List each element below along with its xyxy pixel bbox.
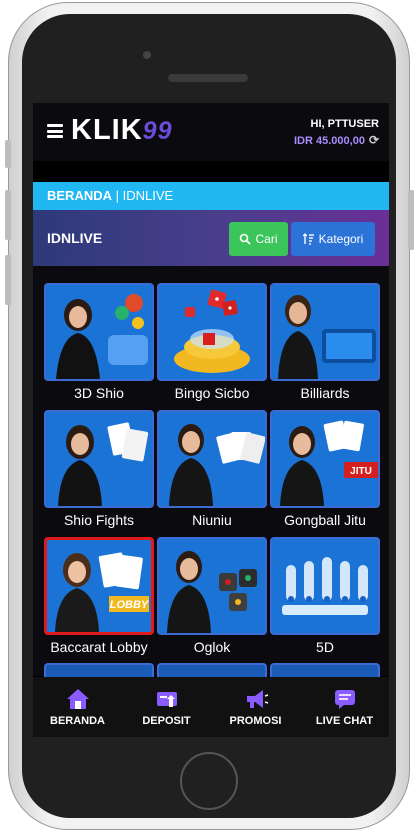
dice-bowl-icon — [159, 285, 265, 379]
nav-item-promosi[interactable]: PROMOSI — [211, 677, 300, 737]
game-tile-baccarat-lobby[interactable]: LOBBY Baccarat Lobby — [44, 537, 154, 655]
game-tile-gongball-jitu[interactable]: JITU Gongball Jitu — [270, 410, 380, 528]
dealer-with-lottery-balls-icon — [46, 285, 152, 379]
game-label: Gongball Jitu — [284, 512, 366, 528]
dealer-with-cards-icon — [46, 412, 152, 506]
breadcrumb-current: IDNLIVE — [122, 188, 174, 203]
breadcrumb-separator: | — [115, 188, 120, 203]
search-button[interactable]: Cari — [229, 222, 288, 256]
nav-item-deposit[interactable]: DEPOSIT — [122, 677, 211, 737]
page-title: IDNLIVE — [47, 230, 103, 246]
top-bar: KLIK99 HI, PTTUSER IDR 45.000,00 ⟳ — [33, 103, 389, 161]
home-icon — [66, 689, 89, 709]
user-info: HI, PTTUSER IDR 45.000,00 ⟳ — [294, 118, 379, 147]
logo-number: 99 — [142, 117, 173, 145]
game-thumbnail — [44, 283, 154, 381]
svg-text:JITU: JITU — [350, 466, 372, 477]
game-label: Oglok — [193, 639, 231, 655]
speaker-grille — [168, 74, 248, 82]
game-thumbnail — [157, 537, 267, 635]
category-button-label: Kategori — [318, 232, 364, 246]
nav-label: BERANDA — [50, 715, 105, 727]
dealer-with-pool-table-icon — [272, 285, 378, 379]
lottery-machines-icon — [272, 539, 378, 633]
game-thumbnail — [44, 410, 154, 508]
section-header: IDNLIVE Cari Kategori — [33, 210, 389, 266]
phone-volume-down — [5, 255, 11, 305]
game-tile-oglok[interactable]: Oglok — [157, 537, 267, 655]
nav-label: DEPOSIT — [142, 715, 191, 727]
search-icon — [240, 233, 252, 245]
megaphone-icon — [246, 690, 268, 708]
next-row-partial — [33, 663, 389, 679]
bottom-nav: BERANDA DEPOSIT PROMOSI LIVE CHAT — [33, 677, 389, 737]
game-label: 3D Shio — [74, 385, 124, 401]
category-button[interactable]: Kategori — [291, 222, 375, 256]
nav-label: LIVE CHAT — [315, 715, 374, 727]
game-thumbnail — [270, 537, 380, 635]
game-label: 5D — [316, 639, 334, 655]
svg-text:LOBBY: LOBBY — [110, 599, 150, 611]
game-label: Shio Fights — [63, 512, 135, 528]
nav-item-beranda[interactable]: BERANDA — [33, 677, 122, 737]
game-thumbnail — [157, 283, 267, 381]
home-button[interactable] — [180, 752, 238, 810]
game-tile-bingo-sicbo[interactable]: Bingo Sicbo — [157, 283, 267, 401]
sort-icon — [302, 233, 314, 245]
game-tile-niuniu[interactable]: Niuniu — [157, 410, 267, 528]
logo[interactable]: KLIK99 — [71, 114, 172, 147]
dealer-with-dice-icon — [159, 539, 265, 633]
user-greeting: HI, PTTUSER — [310, 118, 379, 130]
breadcrumb-home[interactable]: BERANDA — [47, 188, 112, 203]
game-tile-billiards[interactable]: Billiards — [270, 283, 380, 401]
hamburger-menu-icon[interactable] — [47, 124, 63, 138]
phone-power-button — [408, 190, 414, 250]
game-tile-5d[interactable]: 5D — [270, 537, 380, 655]
logo-text: KLIK — [71, 114, 143, 146]
dealer-with-cards-lobby-icon: LOBBY — [47, 540, 151, 632]
phone-volume-up — [5, 190, 11, 240]
search-button-label: Cari — [255, 232, 278, 246]
balance-amount: IDR 45.000,00 — [294, 135, 365, 147]
app-screen: KLIK99 HI, PTTUSER IDR 45.000,00 ⟳ BERAND… — [33, 103, 389, 737]
dealer-with-cards-jitu-icon: JITU — [272, 412, 378, 506]
breadcrumb: BERANDA | IDNLIVE — [33, 182, 389, 210]
camera-icon — [143, 51, 151, 59]
phone-mute-switch — [5, 140, 11, 168]
nav-label: PROMOSI — [229, 715, 282, 727]
chat-icon — [334, 690, 355, 709]
deposit-icon — [156, 692, 177, 707]
game-tile-shio-fights[interactable]: Shio Fights — [44, 410, 154, 528]
game-thumbnail — [157, 410, 267, 508]
game-thumbnail-selected: LOBBY — [44, 537, 154, 635]
dealer-with-cards-icon — [159, 412, 265, 506]
game-thumbnail — [270, 283, 380, 381]
game-label: Niuniu — [192, 512, 232, 528]
game-label: Baccarat Lobby — [50, 639, 148, 655]
game-label: Billiards — [300, 385, 350, 401]
game-label: Bingo Sicbo — [174, 385, 250, 401]
game-tile-3d-shio[interactable]: 3D Shio — [44, 283, 154, 401]
game-thumbnail: JITU — [270, 410, 380, 508]
refresh-icon[interactable]: ⟳ — [369, 133, 379, 147]
nav-item-live-chat[interactable]: LIVE CHAT — [300, 677, 389, 737]
game-grid: 3D Shio Bingo Sicbo Billiards Shio Fight… — [33, 266, 389, 676]
